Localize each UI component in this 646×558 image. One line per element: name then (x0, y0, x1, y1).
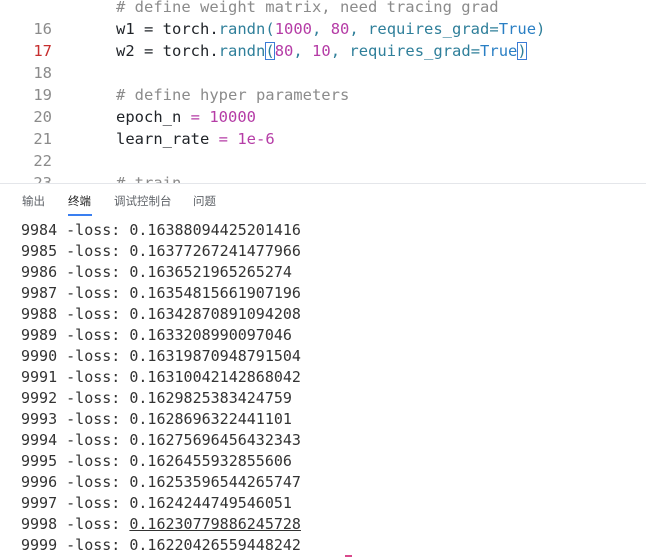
code-token: True (498, 20, 537, 38)
code-text: # define hyper parameters (116, 84, 349, 106)
active-tab-indicator (68, 214, 92, 216)
terminal-line: 9994 -loss: 0.16275696456432343 (21, 431, 301, 449)
code-token: # define weight matrix, need tracing gra… (116, 0, 499, 16)
code-text: w2 = torch.randn(80, 10, requires_grad=T… (116, 40, 527, 62)
code-line[interactable]: 21 learn_rate = 1e-6 (0, 128, 646, 150)
line-number: 17 (33, 42, 52, 60)
code-text: # define weight matrix, need tracing gra… (116, 0, 499, 18)
code-token: , (293, 42, 313, 60)
line-number: 16 (33, 20, 52, 38)
code-text: # train (116, 172, 181, 183)
code-text: epoch_n = 10000 (116, 106, 256, 128)
code-line[interactable]: 22 (0, 150, 646, 172)
line-number: 23 (33, 174, 52, 183)
code-editor[interactable]: # define weight matrix, need tracing gra… (0, 0, 646, 183)
code-line[interactable]: # define weight matrix, need tracing gra… (0, 0, 646, 18)
code-token: 10000 (209, 108, 256, 126)
tab-problems[interactable]: 问题 (193, 193, 216, 209)
code-token: = (144, 20, 163, 38)
terminal-line: 9996 -loss: 0.16253596544265747 (21, 473, 301, 491)
code-token: = (489, 20, 499, 38)
terminal-line: 9993 -loss: 0.1628696322441101 (21, 410, 292, 428)
code-token: # train (116, 174, 182, 183)
terminal-line: 9987 -loss: 0.16354815661907196 (21, 284, 301, 302)
terminal-line: 9998 -loss: 0.16230779886245728 (21, 515, 301, 533)
terminal-line: 9984 -loss: 0.16388094425201416 (21, 221, 301, 239)
code-token: # define hyper parameters (116, 86, 350, 104)
code-token: requires_grad (349, 42, 471, 60)
code-line[interactable]: 16 w1 = torch.randn(1000, 80, requires_gr… (0, 18, 646, 40)
code-token: 10 (312, 42, 331, 60)
line-number: 18 (33, 64, 52, 82)
tab-debug-console[interactable]: 调试控制台 (114, 193, 172, 209)
code-token: ( (265, 20, 275, 38)
code-token: torch. (162, 20, 219, 38)
code-token: 80 (330, 20, 350, 38)
code-token: , (312, 20, 331, 38)
code-token: ) (517, 42, 527, 60)
terminal-line: 9989 -loss: 0.1633208990097046 (21, 326, 292, 344)
code-token: = (144, 42, 163, 60)
panel-tabs: 输出 终端 调试控制台 问题 (0, 184, 646, 218)
code-token: True (480, 42, 518, 60)
code-token: = (218, 130, 238, 148)
code-line[interactable]: 17 w2 = torch.randn(80, 10, requires_grad… (0, 40, 646, 62)
code-token: 80 (274, 42, 294, 60)
terminal-line: 9988 -loss: 0.16342870891094208 (21, 305, 301, 323)
code-token: ( (265, 42, 275, 60)
line-number: 22 (33, 152, 52, 170)
code-token: torch. (162, 42, 219, 60)
tab-output[interactable]: 输出 (22, 193, 45, 209)
tab-terminal[interactable]: 终端 (68, 193, 91, 209)
code-token: w2 (116, 42, 144, 60)
code-token: ) (536, 20, 546, 38)
terminal-line: 9991 -loss: 0.16310042142868042 (21, 368, 301, 386)
code-text: learn_rate = 1e-6 (116, 128, 275, 150)
line-number: 19 (33, 86, 52, 104)
bottom-panel: 输出 终端 调试控制台 问题 9984 -loss: 0.16388094425… (0, 183, 646, 558)
code-token: requires_grad (368, 20, 490, 38)
terminal-line: 9992 -loss: 0.1629825383424759 (21, 389, 292, 407)
code-token: learn_rate (116, 130, 219, 148)
code-token: , (349, 20, 369, 38)
code-token: = (190, 108, 210, 126)
terminal-line: 9997 -loss: 0.1624244749546051 (21, 494, 292, 512)
terminal-line: 9990 -loss: 0.16319870948791504 (21, 347, 301, 365)
terminal-output[interactable]: 9984 -loss: 0.16388094425201416 9985 -los… (21, 220, 641, 556)
line-number: 20 (33, 108, 52, 126)
line-number: 21 (33, 130, 52, 148)
terminal-line: 9985 -loss: 0.16377267241477966 (21, 242, 301, 260)
code-line[interactable]: 18 (0, 62, 646, 84)
code-token: w1 (116, 20, 144, 38)
code-text: w1 = torch.randn(1000, 80, requires_grad… (116, 18, 545, 40)
terminal-line: 9986 -loss: 0.1636521965265274 (21, 263, 292, 281)
code-token: randn (218, 20, 266, 38)
code-line[interactable]: 19 # define hyper parameters (0, 84, 646, 106)
code-line[interactable]: 20 epoch_n = 10000 (0, 106, 646, 128)
code-token: = (470, 42, 481, 60)
code-token: , (330, 42, 350, 60)
code-token: 1e-6 (237, 130, 275, 148)
code-token: randn (218, 42, 266, 60)
code-token: 1000 (274, 20, 313, 38)
terminal-line: 9995 -loss: 0.1626455932855606 (21, 452, 292, 470)
code-token: epoch_n (116, 108, 191, 126)
terminal-line: 9999 -loss: 0.16220426559448242 (21, 536, 301, 554)
code-line[interactable]: 23 # train (0, 172, 646, 183)
